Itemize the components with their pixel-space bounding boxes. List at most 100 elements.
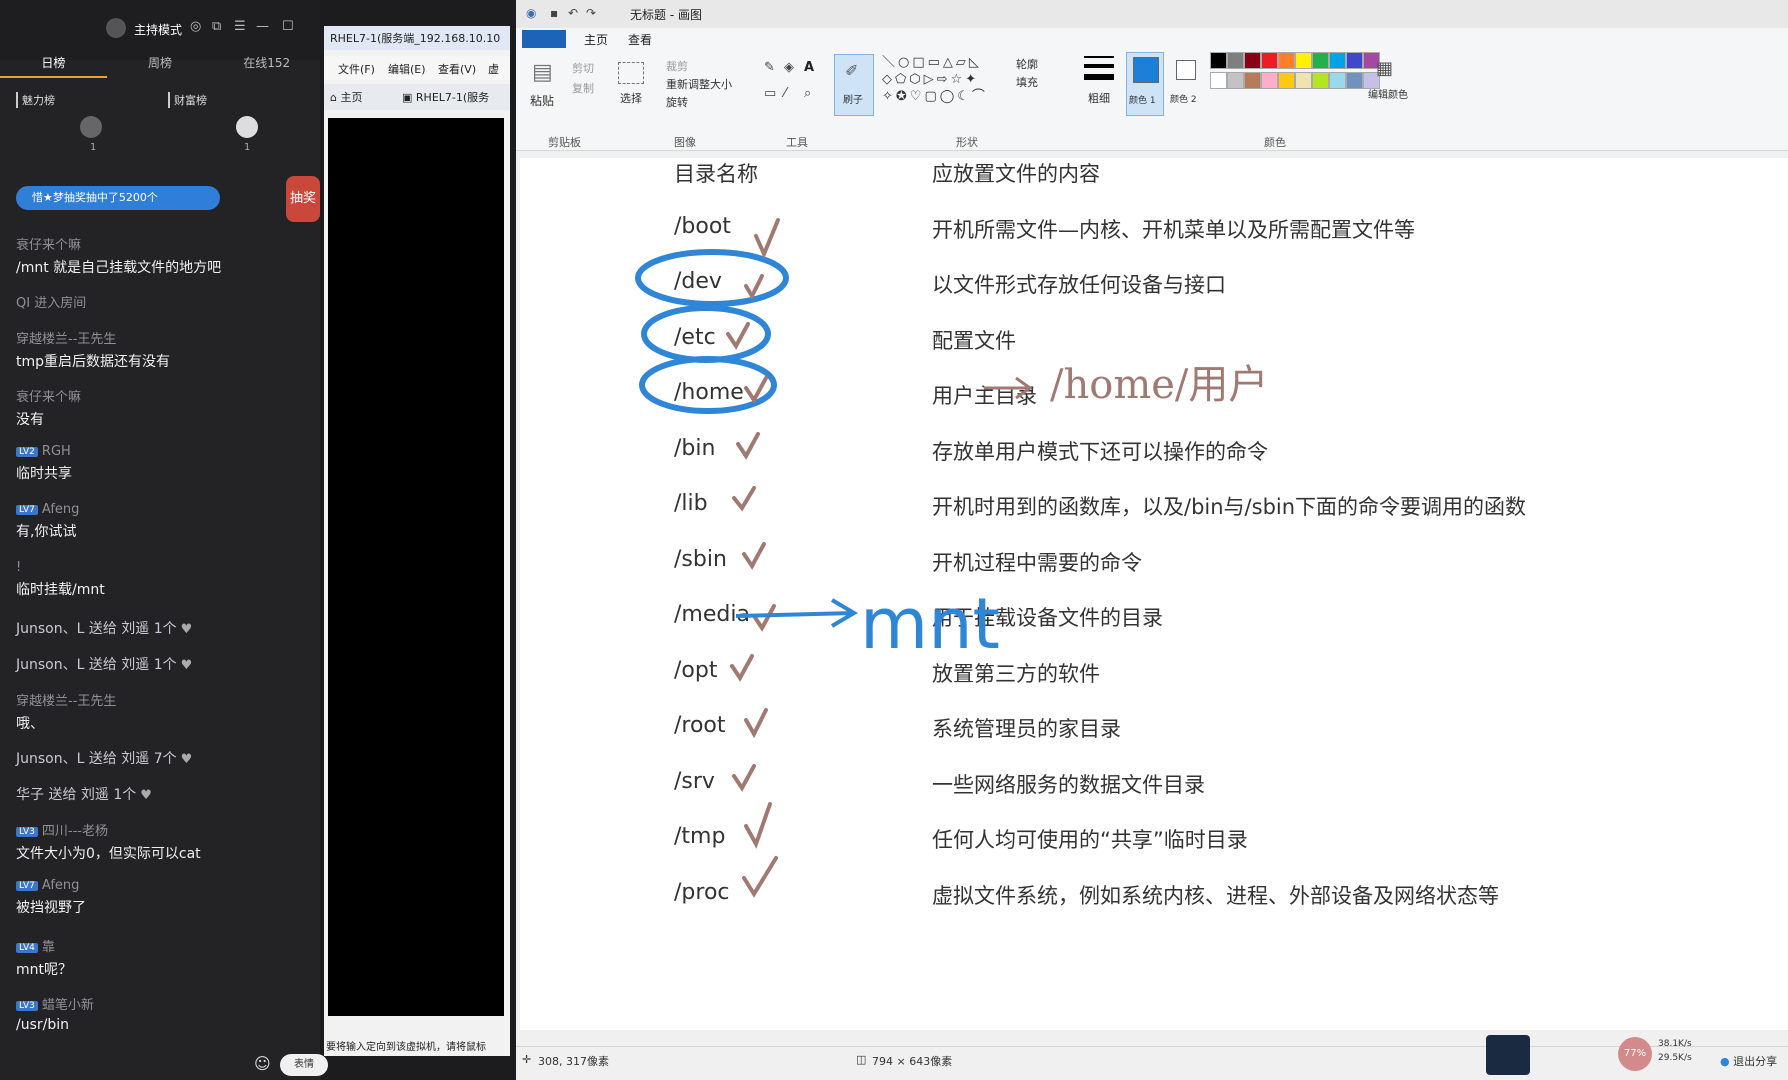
chat-text: /usr/bin — [16, 1017, 70, 1033]
tab-daily[interactable]: 日榜 — [0, 52, 107, 78]
palette-swatch[interactable] — [1210, 52, 1227, 69]
fill-button[interactable]: 填充 — [1016, 74, 1038, 90]
webcam-thumbnail — [1486, 1035, 1530, 1075]
size-line — [1084, 64, 1114, 68]
copy-button[interactable]: 复制 — [572, 80, 594, 96]
palette-swatch[interactable] — [1312, 52, 1329, 69]
color2-button[interactable]: 颜色 2 — [1168, 52, 1204, 114]
tab-home-label: 主页 — [340, 91, 363, 104]
palette-swatch[interactable] — [1261, 72, 1278, 89]
settings-icon[interactable]: ◎ — [190, 19, 201, 34]
gift-icon: ♥ — [140, 788, 152, 803]
crop-button[interactable]: 裁剪 — [666, 58, 688, 74]
resize-button[interactable]: 重新调整大小 — [666, 76, 732, 92]
checkmarks — [726, 218, 780, 898]
mnt-note: mnt — [860, 583, 1000, 665]
rotate-button[interactable]: 旋转 — [666, 94, 688, 110]
select-icon[interactable] — [618, 62, 644, 84]
palette-swatch[interactable] — [1278, 52, 1295, 69]
menu-vm[interactable]: 虚 — [488, 61, 499, 77]
drawing-canvas[interactable]: 目录名称 应放置文件的内容 /boot 开机所需文件—内核、开机菜单以及所需配置文… — [520, 158, 1788, 1030]
gift-icon: ♥ — [180, 752, 193, 767]
menu-file[interactable]: 文件(F) — [338, 61, 375, 77]
tab-vm[interactable]: ▣ RHEL7-1(服务 — [402, 89, 489, 105]
chat-text: 临时挂载/mnt — [16, 582, 105, 598]
handwritten-annotations: /home/用户 mnt — [635, 218, 1268, 898]
exit-share-button[interactable]: ● 退出分享 — [1720, 1053, 1777, 1069]
select-button[interactable]: 选择 — [620, 90, 642, 106]
palette-swatch[interactable] — [1244, 72, 1261, 89]
chat-text: 文件大小为0，但实际可以cat — [16, 846, 201, 862]
chat-panel: 主持模式 ◎ ⧉ ☰ — ☐ 日榜 周榜 在线152 魅力榜 财富榜 1 1 惜… — [0, 0, 328, 1080]
menu-icon[interactable]: ☰ — [234, 19, 246, 34]
palette-swatch[interactable] — [1227, 52, 1244, 69]
color1-button[interactable]: 颜色 1 — [1126, 52, 1164, 116]
color-palette[interactable] — [1210, 52, 1380, 112]
palette-swatch[interactable] — [1227, 72, 1244, 89]
magnifier-icon[interactable]: ⌕ — [804, 86, 811, 101]
menu-edit[interactable]: 编辑(E) — [388, 61, 426, 77]
color-picker-icon[interactable]: ⁄ — [784, 86, 786, 101]
palette-swatch[interactable] — [1346, 52, 1363, 69]
chat-user: 衰仔来个嘛 — [16, 390, 82, 405]
paint-app-icon: ◉ — [526, 6, 537, 20]
brush-button[interactable]: ✐ 刷子 — [834, 54, 874, 116]
palette-swatch[interactable] — [1278, 72, 1295, 89]
palette-swatch[interactable] — [1295, 52, 1312, 69]
eraser-icon[interactable]: ▭ — [764, 86, 776, 101]
palette-swatch[interactable] — [1261, 52, 1278, 69]
paste-button[interactable]: 粘贴 — [530, 92, 554, 109]
vm-console[interactable] — [328, 118, 504, 1016]
input-hint[interactable]: 表情 — [280, 1054, 328, 1076]
avatar[interactable] — [80, 116, 102, 138]
palette-swatch[interactable] — [1210, 72, 1227, 89]
chat-user: Afeng — [41, 878, 80, 893]
save-icon[interactable]: ▪ — [550, 6, 558, 20]
palette-swatch[interactable] — [1346, 72, 1363, 89]
palette-swatch[interactable] — [1329, 52, 1346, 69]
shapes-gallery[interactable]: ＼○□▭△▱◺ ◇⬠⬡▷⇨☆✦ ✧✪♡▢◯☾⌒ — [882, 54, 1008, 105]
palette-swatch[interactable] — [1244, 52, 1261, 69]
gift-text: 华子 送给 刘遥 1个 — [16, 787, 137, 803]
level-badge: LV2 — [16, 447, 38, 457]
redo-icon[interactable]: ↷ — [586, 6, 596, 20]
vm-status: 要将输入定向到该虚拟机，请将鼠标 — [326, 1042, 486, 1053]
net-up: 38.1K/s — [1658, 1039, 1692, 1049]
chat-message: ! 临时挂载/mnt — [16, 560, 312, 599]
home-arrow — [984, 376, 1033, 400]
tab-vm-label: RHEL7-1(服务 — [415, 91, 490, 104]
tab-weekly[interactable]: 周榜 — [107, 52, 214, 78]
tab-home[interactable]: 主页 — [584, 31, 608, 48]
file-menu-button[interactable] — [522, 30, 566, 48]
chat-text: 哦、 — [16, 716, 44, 732]
size-button[interactable]: 粗细 — [1088, 90, 1110, 106]
emoji-icon[interactable]: ☺ — [254, 1054, 271, 1073]
menu-view[interactable]: 查看(V) — [438, 61, 476, 77]
maximize-icon[interactable]: ☐ — [282, 19, 294, 34]
outline-button[interactable]: 轮廓 — [1016, 56, 1038, 72]
lottery-button[interactable]: 抽奖 — [286, 176, 320, 222]
tab-online[interactable]: 在线152 — [213, 52, 320, 78]
palette-swatch[interactable] — [1312, 72, 1329, 89]
palette-swatch[interactable] — [1295, 72, 1312, 89]
undo-icon[interactable]: ↶ — [568, 6, 578, 20]
popout-icon[interactable]: ⧉ — [212, 19, 221, 34]
window-title: 无标题 - 画图 — [630, 8, 702, 22]
media-arrow — [735, 598, 858, 628]
palette-swatch[interactable] — [1329, 72, 1346, 89]
tools-group-label: 工具 — [786, 136, 808, 149]
edit-colors-button[interactable]: 编辑颜色 — [1368, 86, 1408, 101]
level-badge: LV3 — [16, 827, 38, 837]
fill-icon[interactable]: ◈ — [784, 60, 794, 75]
paste-icon[interactable]: ▤ — [532, 60, 553, 85]
edit-colors-icon[interactable]: ▦ — [1376, 58, 1393, 79]
pencil-icon[interactable]: ✎ — [764, 60, 775, 75]
minimize-icon[interactable]: — — [256, 19, 269, 34]
rank-number: 1 — [90, 142, 97, 153]
avatar[interactable] — [236, 116, 258, 138]
level-badge: LV7 — [16, 505, 38, 515]
cut-button[interactable]: 剪切 — [572, 60, 594, 76]
tab-home[interactable]: ⌂ 主页 — [330, 89, 362, 105]
tab-view[interactable]: 查看 — [628, 31, 652, 48]
text-icon[interactable]: A — [804, 60, 814, 75]
